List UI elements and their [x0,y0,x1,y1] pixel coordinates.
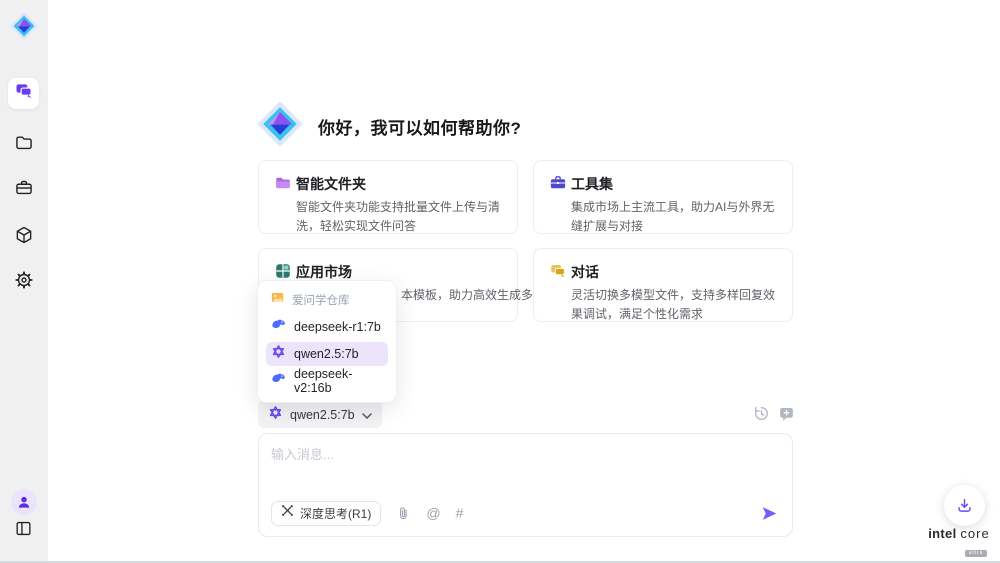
card-description: 智能文件夹功能支持批量文件上传与清洗，轻松实现文件问答 [296,198,506,236]
model-selector-label: qwen2.5:7b [290,408,355,422]
card-dialog[interactable]: 对话 灵活切换多模型文件，支持多样回复效果调试，满足个性化需求 [533,248,793,322]
composer-toolbar: 深度思考(R1) @ # [271,500,778,526]
new-chat-button[interactable] [778,405,795,422]
card-smart-folder[interactable]: 智能文件夹 智能文件夹功能支持批量文件上传与清洗，轻松实现文件问答 [258,160,518,234]
gear-icon [14,270,34,295]
smart-folder-icon [274,174,292,192]
card-title: 对话 [571,262,599,282]
dialog-icon [549,262,567,280]
mention-button[interactable]: @ [426,505,440,521]
sidebar-item-profile[interactable] [8,486,39,517]
deep-think-label: 深度思考(R1) [300,505,371,522]
model-dropdown-header-label: 爱问学仓库 [292,292,350,308]
card-description: 集成市场上主流工具，助力AI与外界无缝扩展与对接 [571,198,781,236]
message-input[interactable] [271,444,779,492]
chat-icon [14,81,34,106]
card-description: 灵活切换多模型文件，支持多样回复效果调试，满足个性化需求 [571,286,781,324]
app-logo-icon [9,11,39,41]
model-dropdown: 爱问学仓库 deepseek-r1:7b qwen2.5:7b [257,280,397,403]
folder-icon [14,133,34,158]
card-title: 工具集 [571,174,613,194]
send-button[interactable] [761,505,778,522]
sidebar-item-folders[interactable] [8,130,39,161]
cube-icon [14,225,34,250]
sidebar-item-toolbox[interactable] [8,175,39,206]
model-option-deepseek-r1[interactable]: deepseek-r1:7b [266,315,388,339]
intel-badge: ultra [965,550,988,557]
toolset-icon [549,174,567,192]
sidebar-collapse-button[interactable] [8,515,39,546]
model-dropdown-header: 爱问学仓库 [266,288,388,312]
briefcase-icon [14,178,34,203]
model-option-deepseek-v2[interactable]: deepseek-v2:16b [266,369,388,393]
greeting-logo-icon [256,100,304,148]
app-window: 你好，我可以如何帮助你? 智能文件夹 智能文件夹功能支持批量文件上传与清洗，轻松… [0,0,1000,563]
download-button[interactable] [944,485,985,526]
deep-think-icon [281,504,294,522]
sidebar [0,0,48,561]
model-option-label: deepseek-v2:16b [294,367,383,395]
panel-layout-icon [14,519,33,543]
page-title: 你好，我可以如何帮助你? [318,114,521,139]
model-option-label: qwen2.5:7b [294,347,359,361]
core-wordmark: core [960,526,989,541]
prompt-tag-button[interactable]: # [456,505,464,521]
qwen-icon [268,405,283,425]
avatar [11,489,37,515]
message-composer: 深度思考(R1) @ # [258,433,793,537]
attach-file-button[interactable] [396,506,411,521]
deepseek-icon [271,371,286,391]
qwen-icon [271,344,286,364]
sidebar-item-chat[interactable] [8,78,39,109]
deepseek-icon [271,317,286,337]
intel-wordmark: intel [928,526,956,541]
model-option-qwen[interactable]: qwen2.5:7b [266,342,388,366]
model-selector[interactable]: qwen2.5:7b [258,401,382,428]
deep-think-toggle[interactable]: 深度思考(R1) [271,501,381,526]
card-title: 应用市场 [296,262,352,282]
sidebar-item-settings[interactable] [8,267,39,298]
history-button[interactable] [753,405,770,422]
intel-core-logo: intel core ultra [928,526,990,559]
chat-actions [753,405,795,422]
model-option-label: deepseek-r1:7b [294,320,381,334]
app-market-icon [274,262,292,280]
chevron-down-icon [362,406,372,424]
card-title: 智能文件夹 [296,174,366,194]
card-toolset[interactable]: 工具集 集成市场上主流工具，助力AI与外界无缝扩展与对接 [533,160,793,234]
sidebar-item-models[interactable] [8,222,39,253]
repository-icon [271,291,284,309]
